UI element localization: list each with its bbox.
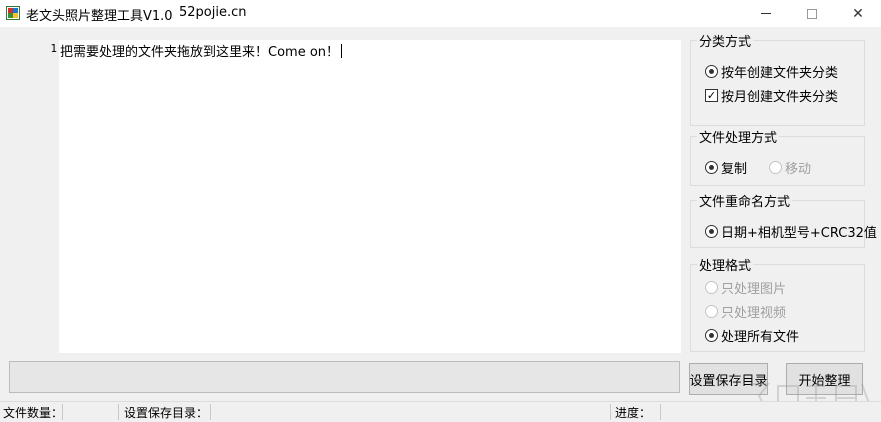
- drop-hint-text: 把需要处理的文件夹拖放到这里来！Come on！: [60, 41, 343, 60]
- window-title: 老文头照片整理工具V1.0: [26, 9, 173, 24]
- format-group: 处理格式 只处理图片 只处理视频 处理所有文件: [690, 255, 865, 352]
- radio-empty-icon: [769, 161, 782, 174]
- status-divider: [610, 404, 611, 420]
- save-dir-label: 设置保存目录：: [124, 406, 209, 420]
- all-files-radio[interactable]: 处理所有文件: [705, 326, 799, 345]
- move-radio[interactable]: 移动: [769, 158, 811, 177]
- videos-only-radio[interactable]: 只处理视频: [705, 302, 786, 321]
- radio-empty-icon: [705, 281, 718, 294]
- status-divider: [210, 404, 211, 420]
- file-mode-group-title: 文件处理方式: [697, 127, 780, 146]
- radio-selected-icon: [705, 225, 718, 238]
- checkbox-checked-icon: ✓: [705, 89, 718, 102]
- classify-by-year-radio[interactable]: 按年创建文件夹分类: [705, 62, 838, 81]
- rename-group-title: 文件重命名方式: [697, 191, 793, 210]
- classify-by-month-checkbox[interactable]: ✓ 按月创建文件夹分类: [705, 86, 838, 105]
- drop-area-editor[interactable]: 1 把需要处理的文件夹拖放到这里来！Come on！: [10, 40, 681, 353]
- radio-selected-icon: [705, 65, 718, 78]
- progress-label: 进度：: [615, 406, 652, 420]
- copy-radio[interactable]: 复制: [705, 158, 747, 177]
- radio-selected-icon: [705, 161, 718, 174]
- classify-group: 分类方式 按年创建文件夹分类 ✓ 按月创建文件夹分类: [690, 31, 865, 126]
- classify-group-title: 分类方式: [697, 31, 754, 50]
- status-divider: [660, 404, 661, 420]
- format-group-title: 处理格式: [697, 255, 754, 274]
- maximize-icon: [807, 8, 817, 19]
- radio-selected-icon: [705, 329, 718, 342]
- rename-date-model-crc-radio[interactable]: 日期+相机型号+CRC32值: [705, 222, 877, 241]
- status-bar: 文件数量： 设置保存目录： 进度：: [0, 401, 881, 422]
- images-only-radio[interactable]: 只处理图片: [705, 278, 786, 297]
- file-mode-group: 文件处理方式 复制 移动: [690, 127, 865, 186]
- text-caret: [341, 44, 343, 58]
- line-number: 1: [50, 42, 57, 55]
- window-site-label: 52pojie.cn: [179, 5, 247, 20]
- rename-group: 文件重命名方式 日期+相机型号+CRC32值: [690, 191, 877, 248]
- radio-empty-icon: [705, 305, 718, 318]
- close-icon: ✕: [852, 5, 864, 22]
- progress-bar: [9, 361, 680, 393]
- title-bar: 老文头照片整理工具V1.0 52pojie.cn ✕: [0, 0, 881, 27]
- status-divider: [118, 404, 119, 420]
- line-number-gutter: 1: [10, 40, 59, 353]
- status-divider: [62, 404, 63, 420]
- close-button[interactable]: ✕: [835, 0, 881, 27]
- maximize-button[interactable]: [789, 0, 835, 27]
- minimize-icon: [761, 13, 771, 14]
- file-count-label: 文件数量：: [3, 406, 64, 420]
- app-icon: [6, 6, 20, 20]
- minimize-button[interactable]: [743, 0, 789, 27]
